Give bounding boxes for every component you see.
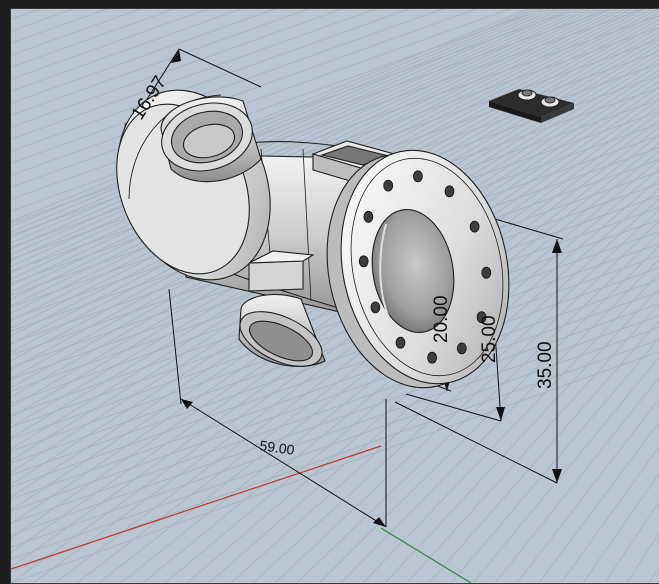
y-axis-line [380, 527, 472, 583]
viewport-canvas[interactable]: 16.97 59.00 20.00 25.00 35.00 [11, 9, 659, 583]
x-axis-line [11, 445, 382, 570]
bolt-hole [383, 179, 394, 192]
app-frame: 16.97 59.00 20.00 25.00 35.00 [0, 0, 659, 584]
bolt-hole [358, 255, 369, 268]
perspective-viewport[interactable]: 16.97 59.00 20.00 25.00 35.00 [10, 8, 659, 584]
dim-20-00: 20.00 [431, 295, 452, 343]
bolt-hole [427, 351, 438, 364]
bolt-hole [412, 170, 423, 183]
dim-25-00: 25.00 [479, 315, 500, 363]
bolt-hole [370, 301, 381, 314]
pipe-fitting-model-icon[interactable] [91, 67, 530, 403]
dim-59-00: 59.00 [259, 437, 296, 458]
bolt-hole [363, 210, 374, 223]
bolt-hole [395, 336, 406, 349]
bolt-hole [456, 342, 467, 355]
bracket-block-icon[interactable] [489, 89, 574, 123]
bolt-hole [469, 220, 480, 233]
grid-line [648, 565, 659, 583]
bolt-hole [444, 185, 455, 198]
bolt-hole [481, 266, 492, 279]
dim-35-00: 35.00 [535, 341, 556, 389]
